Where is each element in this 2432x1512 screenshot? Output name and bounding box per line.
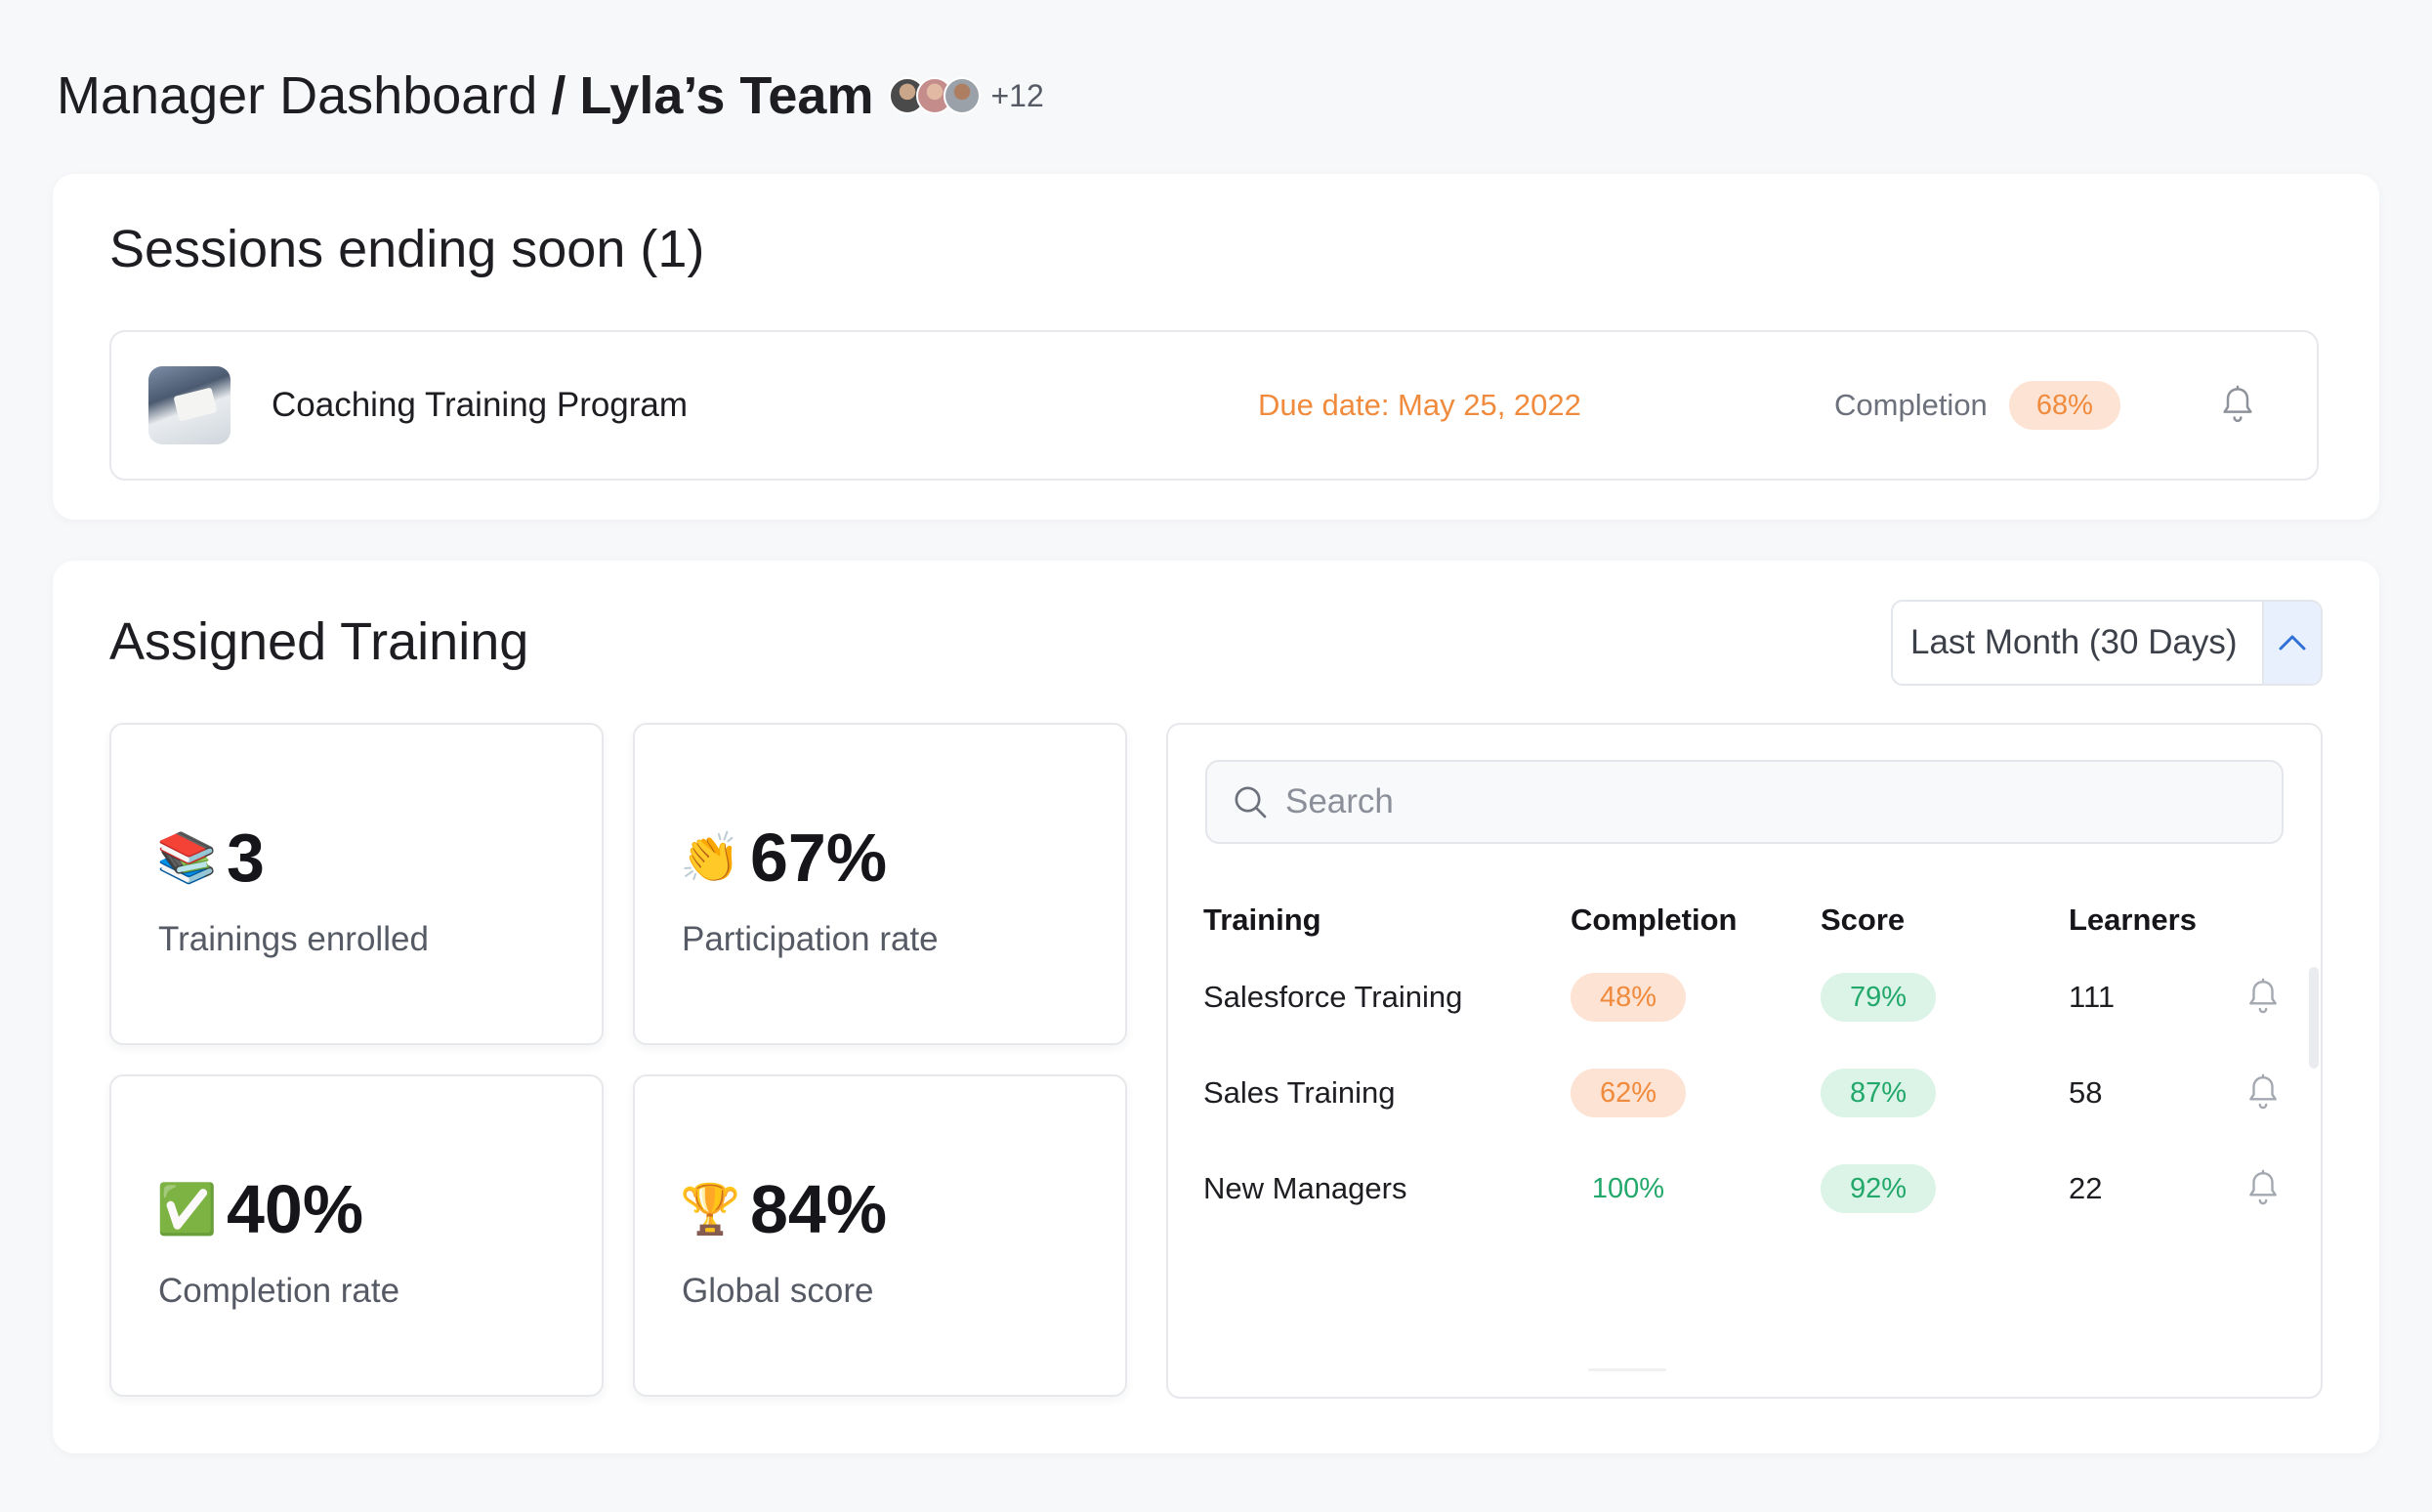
session-row[interactable]: Coaching Training Program Due date: May …: [109, 330, 2319, 481]
stat-label: Trainings enrolled: [158, 920, 429, 958]
search-box[interactable]: [1205, 760, 2284, 844]
table-row[interactable]: New Managers 100% 92% 22: [1203, 1141, 2287, 1237]
learners-count: 22: [2069, 1171, 2103, 1205]
training-table: Training Completion Score Learners Sales…: [1203, 891, 2287, 1237]
stat-trainings-enrolled: 📚 3 Trainings enrolled: [109, 723, 604, 1045]
column-header-score[interactable]: Score: [1821, 891, 2016, 949]
page-header: Manager Dashboard / Lyla’s Team +12: [57, 61, 1044, 131]
session-due-date: Due date: May 25, 2022: [1258, 388, 1581, 422]
training-table-panel: Training Completion Score Learners Sales…: [1166, 723, 2323, 1399]
stat-value: 3: [227, 819, 265, 896]
learners-count: 111: [2069, 980, 2116, 1014]
stat-value: 40%: [227, 1171, 364, 1247]
period-dropdown[interactable]: Last Month (30 Days): [1891, 600, 2323, 686]
stat-global-score: 🏆 84% Global score: [633, 1074, 1127, 1397]
column-header-training[interactable]: Training: [1203, 891, 1555, 949]
sessions-title: Sessions ending soon (1): [109, 220, 705, 278]
bell-icon[interactable]: [2239, 949, 2287, 1045]
stat-label: Global score: [682, 1272, 874, 1310]
stat-label: Completion rate: [158, 1272, 400, 1310]
breadcrumb-root[interactable]: Manager Dashboard: [57, 65, 537, 126]
session-name[interactable]: Coaching Training Program: [272, 386, 1258, 425]
breadcrumb-separator: /: [551, 66, 566, 125]
clapping-hands-icon: 👏: [680, 829, 741, 885]
assigned-training-card: Assigned Training Last Month (30 Days) 📚…: [53, 561, 2379, 1453]
stat-completion-rate: ✅ 40% Completion rate: [109, 1074, 604, 1397]
avatar[interactable]: [943, 77, 982, 114]
breadcrumb-team: Lyla’s Team: [579, 66, 874, 125]
score-badge: 92%: [1821, 1164, 1936, 1213]
training-name[interactable]: Sales Training: [1203, 1045, 1555, 1141]
completion-badge: 100%: [1591, 1172, 1665, 1204]
search-icon: [1229, 780, 1272, 823]
score-badge: 87%: [1821, 1069, 1936, 1117]
stat-label: Participation rate: [682, 920, 939, 958]
stat-participation-rate: 👏 67% Participation rate: [633, 723, 1127, 1045]
table-scrollbar[interactable]: [2309, 967, 2319, 1069]
training-name[interactable]: New Managers: [1203, 1141, 1555, 1237]
stat-value: 67%: [750, 819, 888, 896]
completion-badge: 62%: [1571, 1069, 1686, 1117]
chevron-up-icon[interactable]: [2262, 602, 2321, 684]
more-members-count[interactable]: +12: [990, 78, 1043, 114]
bell-icon[interactable]: [2239, 1141, 2287, 1237]
table-row[interactable]: Salesforce Training 48% 79% 111: [1203, 949, 2287, 1045]
check-mark-icon: ✅: [156, 1181, 218, 1237]
period-selected-value[interactable]: Last Month (30 Days): [1893, 623, 2262, 662]
scroll-indicator: [1588, 1368, 1666, 1371]
bell-icon[interactable]: [2239, 1045, 2287, 1141]
training-name[interactable]: Salesforce Training: [1203, 949, 1555, 1045]
session-completion-label: Completion: [1834, 388, 1988, 422]
session-thumbnail: [148, 366, 231, 444]
column-header-learners[interactable]: Learners: [2069, 891, 2205, 949]
stat-value: 84%: [750, 1171, 888, 1247]
assigned-title: Assigned Training: [109, 612, 529, 671]
bell-icon[interactable]: [2216, 384, 2259, 427]
column-header-completion[interactable]: Completion: [1571, 891, 1766, 949]
trophy-icon: 🏆: [680, 1181, 741, 1237]
books-icon: 📚: [156, 829, 218, 885]
completion-badge: 48%: [1571, 973, 1686, 1022]
table-header: Training Completion Score Learners: [1203, 891, 2287, 949]
sessions-ending-soon-card: Sessions ending soon (1) Coaching Traini…: [53, 174, 2379, 520]
learners-count: 58: [2069, 1075, 2103, 1110]
team-avatars[interactable]: +12: [889, 77, 1044, 114]
session-completion-badge: 68%: [2008, 381, 2120, 430]
table-row[interactable]: Sales Training 62% 87% 58: [1203, 1045, 2287, 1141]
search-input[interactable]: [1285, 782, 2223, 821]
score-badge: 79%: [1821, 973, 1936, 1022]
